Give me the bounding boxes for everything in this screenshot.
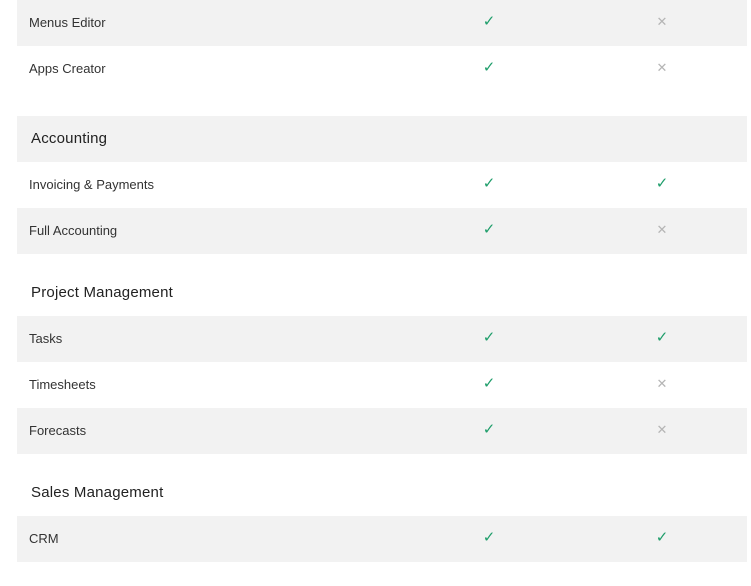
table-row: Timesheets ✓ ✕: [17, 362, 747, 408]
check-icon: ✓: [655, 175, 669, 192]
section-title: Sales Management: [31, 484, 164, 501]
check-icon: ✓: [482, 421, 496, 438]
feature-label: Timesheets: [29, 377, 96, 392]
table-row: Invoicing & Payments ✓ ✓: [17, 162, 747, 208]
feature-label: Menus Editor: [29, 15, 106, 30]
check-icon: ✓: [482, 221, 496, 238]
cross-icon: ✕: [656, 222, 668, 237]
section-header-project-management: Project Management: [17, 270, 747, 316]
cross-icon: ✕: [656, 60, 668, 75]
check-icon: ✓: [482, 59, 496, 76]
check-icon: ✓: [482, 375, 496, 392]
table-row: CRM ✓ ✓: [17, 516, 747, 562]
cross-icon: ✕: [656, 376, 668, 391]
feature-label: Tasks: [29, 331, 63, 346]
section-header-sales-management: Sales Management: [17, 470, 747, 516]
section-title: Project Management: [31, 284, 174, 301]
check-icon: ✓: [482, 529, 496, 546]
check-icon: ✓: [482, 175, 496, 192]
check-icon: ✓: [482, 329, 496, 346]
section-title: Accounting: [31, 130, 108, 147]
feature-comparison-page: Menus Editor ✓ ✕ Apps Creator ✓ ✕ Accoun…: [0, 0, 751, 586]
check-icon: ✓: [655, 529, 669, 546]
check-icon: ✓: [655, 329, 669, 346]
feature-label: Forecasts: [29, 423, 87, 438]
table-row: Forecasts ✓ ✕: [17, 408, 747, 454]
table-row: Apps Creator ✓ ✕: [17, 46, 747, 92]
table-row: Full Accounting ✓ ✕: [17, 208, 747, 254]
cross-icon: ✕: [656, 422, 668, 437]
feature-label: Invoicing & Payments: [29, 177, 155, 192]
table-row: Menus Editor ✓ ✕: [17, 0, 747, 46]
cross-icon: ✕: [656, 14, 668, 29]
feature-comparison-table: Menus Editor ✓ ✕ Apps Creator ✓ ✕ Accoun…: [17, 0, 747, 562]
section-header-accounting: Accounting: [17, 116, 747, 162]
table-row: Tasks ✓ ✓: [17, 316, 747, 362]
check-icon: ✓: [482, 13, 496, 30]
feature-label: Full Accounting: [29, 223, 118, 238]
feature-label: CRM: [29, 531, 59, 546]
feature-label: Apps Creator: [29, 61, 106, 76]
